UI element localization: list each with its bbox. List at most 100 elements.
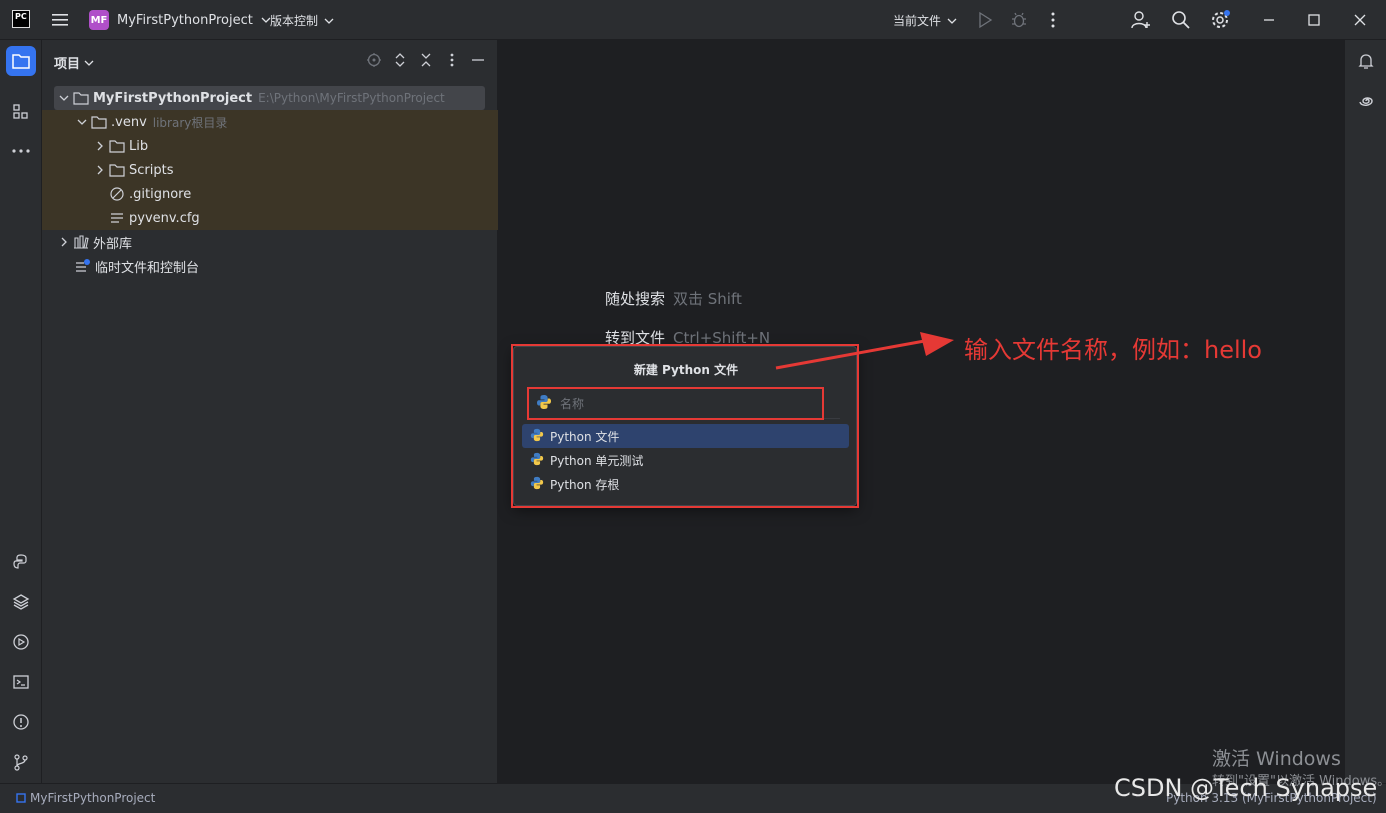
folder-icon <box>72 90 90 106</box>
git-button[interactable] <box>6 747 36 777</box>
tree-row-gitignore[interactable]: .gitignore <box>42 182 498 206</box>
chevron-down-icon[interactable] <box>74 114 90 130</box>
project-tool-button[interactable] <box>6 46 36 76</box>
folder-icon <box>108 138 126 154</box>
hint-search-everywhere: 随处搜索 双击 Shift <box>605 288 742 309</box>
tree-label: Lib <box>129 138 149 154</box>
ai-assistant-button[interactable] <box>1351 86 1381 116</box>
ai-spiral-icon <box>1359 97 1373 106</box>
activate-windows-title: 激活 Windows <box>1212 748 1341 770</box>
main-menu-icon[interactable] <box>51 12 69 28</box>
structure-icon <box>13 104 28 119</box>
more-actions-icon[interactable] <box>1046 11 1060 29</box>
right-tool-strip <box>1344 40 1386 783</box>
library-icon <box>72 234 90 250</box>
file-type-label: Python 文件 <box>550 429 620 444</box>
title-bar: PC MF MyFirstPythonProject 版本控制 当前文件 <box>0 0 1386 40</box>
chevron-down-icon[interactable] <box>56 90 72 106</box>
vcs-menu[interactable]: 版本控制 <box>270 12 334 29</box>
services-button[interactable] <box>6 627 36 657</box>
locate-icon[interactable] <box>366 52 382 68</box>
add-user-icon[interactable] <box>1131 10 1151 30</box>
run-icon[interactable] <box>977 11 993 29</box>
project-panel-header: 项目 <box>42 40 498 82</box>
more-tools-button[interactable] <box>6 136 36 166</box>
minimize-icon[interactable] <box>1263 12 1275 28</box>
run-config-label: 当前文件 <box>893 14 942 28</box>
run-config-selector[interactable]: 当前文件 <box>893 12 957 29</box>
hint-goto-key: Ctrl+Shift+N <box>673 329 771 347</box>
tree-label: .gitignore <box>129 186 192 202</box>
hide-panel-icon[interactable] <box>470 52 486 68</box>
vcs-label: 版本控制 <box>270 14 319 28</box>
problems-button[interactable] <box>6 707 36 737</box>
settings-gear-icon[interactable] <box>1210 10 1232 30</box>
chevron-right-icon[interactable] <box>92 162 108 178</box>
maximize-icon[interactable] <box>1308 12 1320 28</box>
app-logo-text: PC <box>12 10 30 28</box>
status-project-name: MyFirstPythonProject <box>30 791 156 805</box>
chevron-down-icon <box>947 18 957 24</box>
tree-row-pyvenv-cfg[interactable]: pyvenv.cfg <box>42 206 498 230</box>
python-icon <box>530 476 544 493</box>
search-icon[interactable] <box>1171 10 1191 30</box>
annotation-text: 输入文件名称，例如：hello <box>964 336 1262 364</box>
status-breadcrumb[interactable]: MyFirstPythonProject <box>16 791 155 805</box>
project-switcher[interactable]: MF MyFirstPythonProject <box>89 10 271 30</box>
hint-search-label: 随处搜索 <box>605 290 666 308</box>
tree-label: pyvenv.cfg <box>129 210 200 226</box>
folder-icon <box>90 114 108 130</box>
hint-search-key: 双击 Shift <box>673 290 742 308</box>
tree-row-venv[interactable]: .venv library根目录 <box>42 110 498 134</box>
git-branch-icon <box>14 754 28 771</box>
python-console-button[interactable] <box>6 547 36 577</box>
file-type-label: Python 单元测试 <box>550 453 644 468</box>
python-packages-button[interactable] <box>6 587 36 617</box>
tree-row-project-root[interactable]: MyFirstPythonProject E:\Python\MyFirstPy… <box>42 86 498 110</box>
scratches-icon <box>74 258 92 274</box>
expand-all-icon[interactable] <box>392 52 408 68</box>
file-type-python-stub[interactable]: Python 存根 <box>522 472 849 496</box>
tree-row-external-libraries[interactable]: 外部库 <box>42 230 498 254</box>
ignored-file-icon <box>108 186 126 202</box>
notifications-button[interactable] <box>1351 46 1381 76</box>
hint-goto-file: 转到文件 Ctrl+Shift+N <box>605 327 770 348</box>
tree-label: 外部库 <box>93 236 133 252</box>
chevron-down-icon <box>324 18 334 24</box>
chevron-right-icon[interactable] <box>56 234 72 250</box>
tree-row-lib[interactable]: Lib <box>42 134 498 158</box>
app-logo[interactable]: PC <box>12 10 30 28</box>
annotation-arrow-icon <box>775 332 954 370</box>
file-type-python-file[interactable]: Python 文件 <box>522 424 849 448</box>
project-panel: 项目 MyFirstPythonProject E:\Python\MyFirs… <box>42 40 498 783</box>
python-icon <box>536 394 552 414</box>
debug-icon[interactable] <box>1010 11 1028 29</box>
terminal-button[interactable] <box>6 667 36 697</box>
project-view-selector[interactable]: 项目 <box>54 53 94 72</box>
tree-row-scratches[interactable]: 临时文件和控制台 <box>42 254 498 278</box>
tree-label: MyFirstPythonProject <box>93 90 253 106</box>
structure-tool-button[interactable] <box>6 97 36 127</box>
collapse-all-icon[interactable] <box>418 52 434 68</box>
project-panel-title: 项目 <box>54 57 81 72</box>
file-name-input[interactable] <box>560 396 820 411</box>
warning-circle-icon <box>13 714 29 730</box>
run-circle-icon <box>13 634 29 650</box>
chevron-right-icon[interactable] <box>92 138 108 154</box>
file-type-python-unittest[interactable]: Python 单元测试 <box>522 448 849 472</box>
tree-label: Scripts <box>129 162 174 178</box>
layers-icon <box>12 594 30 610</box>
project-panel-tools <box>366 52 486 68</box>
text-file-icon <box>108 210 126 226</box>
tree-row-scripts[interactable]: Scripts <box>42 158 498 182</box>
more-horizontal-icon <box>12 149 30 153</box>
terminal-icon <box>13 675 29 689</box>
close-icon[interactable] <box>1354 12 1366 28</box>
python-console-icon <box>13 554 27 569</box>
file-name-field[interactable] <box>530 389 840 419</box>
tree-label: .venv <box>111 114 147 130</box>
folder-icon <box>108 162 126 178</box>
project-name: MyFirstPythonProject <box>117 12 253 28</box>
python-icon <box>530 428 544 445</box>
options-icon[interactable] <box>444 52 460 68</box>
